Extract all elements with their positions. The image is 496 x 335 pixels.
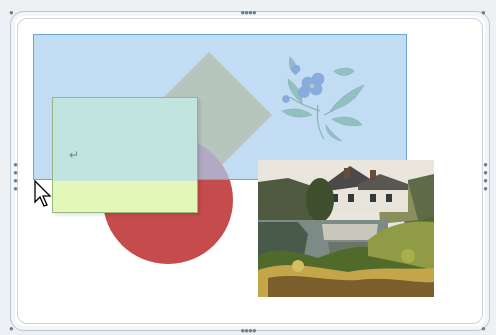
resize-handle-top-right[interactable]: ● xyxy=(481,9,489,17)
text-box-highlight xyxy=(53,98,197,181)
paragraph-mark-icon: ↵ xyxy=(69,148,80,162)
landscape-photo[interactable] xyxy=(258,160,434,297)
text-box[interactable]: ↵ xyxy=(52,97,198,213)
resize-handle-bottom[interactable]: ●●●● xyxy=(237,327,259,335)
resize-handle-right[interactable]: ●●●● xyxy=(481,160,490,192)
resize-handle-top-left[interactable]: ● xyxy=(9,9,17,17)
resize-handle-bottom-left[interactable]: ● xyxy=(9,325,17,333)
resize-handle-top[interactable]: ●●●● xyxy=(237,9,259,17)
editor-canvas: ●●●● ●●●● ●●●● ●●●● ● ● ● ● ↵ xyxy=(0,0,496,335)
resize-handle-bottom-right[interactable]: ● xyxy=(481,325,489,333)
arrow-cursor-icon xyxy=(34,180,52,207)
resize-handle-left[interactable]: ●●●● xyxy=(11,160,20,192)
